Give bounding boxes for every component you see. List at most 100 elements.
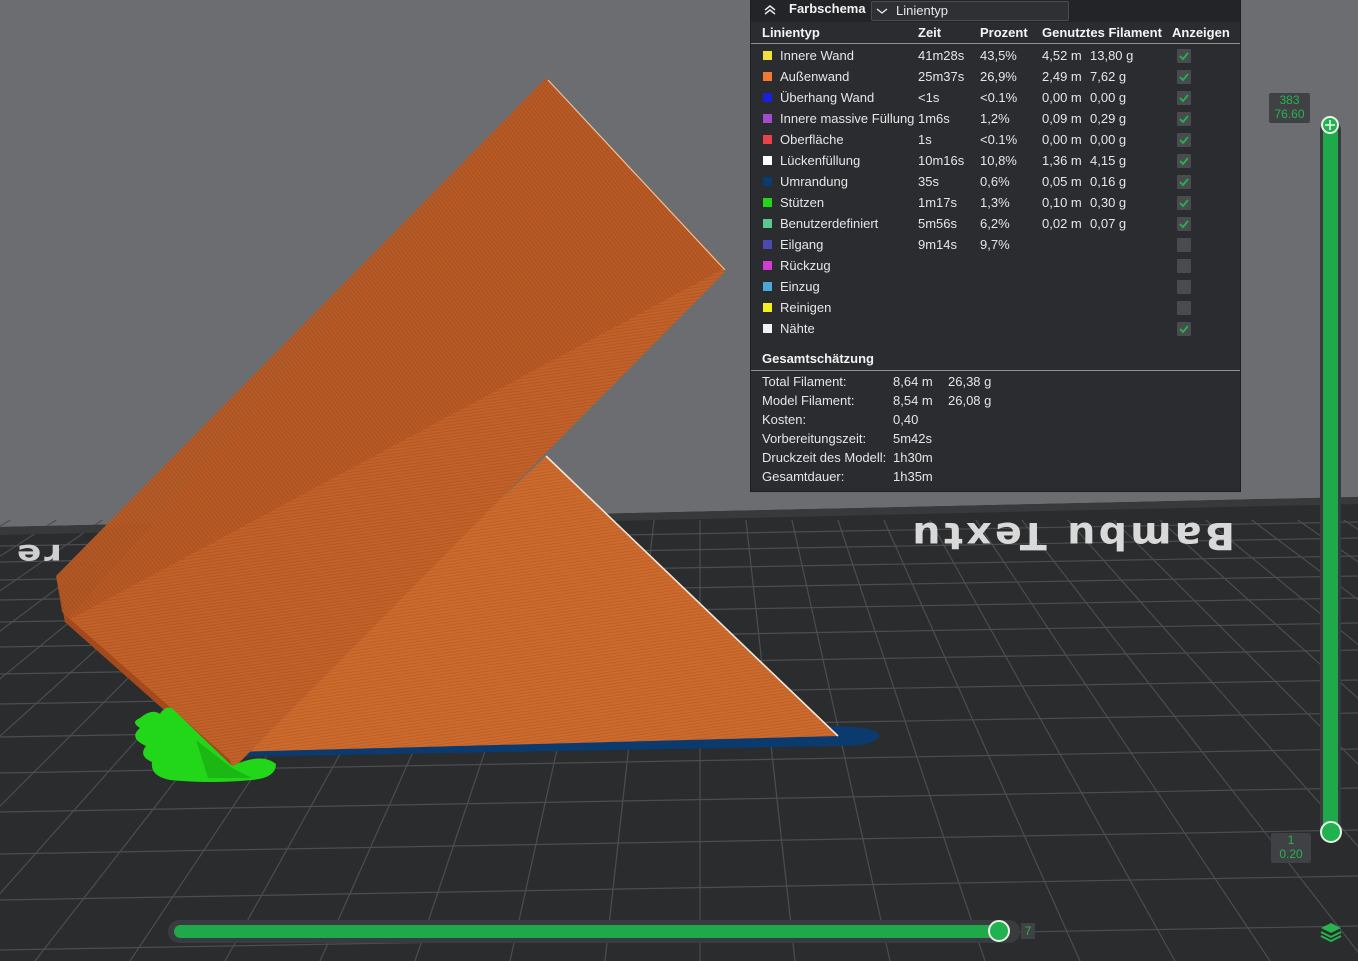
line-type-row: Rückzug — [751, 255, 1240, 276]
chevron-down-icon — [876, 8, 888, 14]
line-type-row: Eilgang 9m14s 9,7% — [751, 234, 1240, 255]
summary-title: Gesamtschätzung — [762, 351, 874, 366]
line-type-row: Innere Wand 41m28s 43,5% 4,52 m 13,80 g — [751, 45, 1240, 66]
summary-row: Druckzeit des Modell: 1h30m — [751, 448, 1240, 467]
column-header-time: Zeit — [918, 25, 942, 40]
line-type-length: 0,00 m — [1042, 132, 1082, 147]
line-type-weight: 0,00 g — [1090, 132, 1127, 147]
column-header-type: Linientyp — [762, 25, 820, 40]
line-type-weight: 7,62 g — [1090, 69, 1127, 84]
visibility-checkbox[interactable] — [1177, 238, 1191, 252]
line-type-length: 2,49 m — [1042, 69, 1082, 84]
line-type-name: Oberfläche — [780, 132, 844, 147]
line-type-weight: 0,07 g — [1090, 216, 1127, 231]
line-type-row: Reinigen — [751, 297, 1240, 318]
line-type-length: 4,52 m — [1042, 48, 1082, 63]
top-layer-height: 76.60 — [1274, 107, 1305, 121]
visibility-checkbox[interactable] — [1177, 259, 1191, 273]
summary-divider — [751, 370, 1240, 371]
color-swatch — [763, 324, 772, 333]
line-type-length: 0,02 m — [1042, 216, 1082, 231]
visibility-checkbox[interactable] — [1177, 217, 1191, 231]
line-type-weight: 4,15 g — [1090, 153, 1127, 168]
layer-slider-top-handle[interactable] — [1321, 116, 1339, 134]
summary-label: Kosten: — [762, 412, 807, 427]
visibility-checkbox[interactable] — [1177, 322, 1191, 336]
layer-slider-bottom-handle[interactable] — [1320, 821, 1342, 843]
line-type-length: 0,10 m — [1042, 195, 1082, 210]
line-type-row: Außenwand 25m37s 26,9% 2,49 m 7,62 g — [751, 66, 1240, 87]
line-type-row: Benutzerdefiniert 5m56s 6,2% 0,02 m 0,07 g — [751, 213, 1240, 234]
checkmark-icon — [1179, 325, 1189, 334]
color-swatch — [763, 156, 772, 165]
line-type-percent: 6,2% — [980, 216, 1010, 231]
checkmark-icon — [1179, 178, 1189, 187]
checkmark-icon — [1179, 52, 1189, 61]
top-layer-number: 383 — [1279, 93, 1300, 107]
color-swatch — [763, 114, 772, 123]
color-swatch — [763, 135, 772, 144]
line-type-length: 0,00 m — [1042, 90, 1082, 105]
plus-icon — [1325, 120, 1335, 130]
line-type-name: Reinigen — [780, 300, 832, 315]
summary-label: Vorbereitungszeit: — [762, 431, 867, 446]
line-type-percent: <0.1% — [980, 132, 1018, 147]
summary-value-secondary: 26,38 g — [948, 374, 992, 389]
summary-value: 1h30m — [893, 450, 933, 465]
summary-value: 8,64 m — [893, 374, 933, 389]
visibility-checkbox[interactable] — [1177, 154, 1191, 168]
visibility-checkbox[interactable] — [1177, 196, 1191, 210]
column-header-percent: Prozent — [980, 25, 1028, 40]
color-swatch — [763, 303, 772, 312]
summary-row: Vorbereitungszeit: 5m42s — [751, 429, 1240, 448]
line-type-row: Lückenfüllung 10m16s 10,8% 1,36 m 4,15 g — [751, 150, 1240, 171]
layers-icon[interactable] — [1318, 920, 1344, 944]
line-type-name: Eilgang — [780, 237, 824, 252]
summary-row: Kosten: 0,40 — [751, 410, 1240, 429]
line-type-percent: 1,2% — [980, 111, 1010, 126]
line-type-weight: 0,30 g — [1090, 195, 1127, 210]
line-type-name: Außenwand — [780, 69, 850, 84]
line-type-time: 41m28s — [918, 48, 965, 63]
summary-label: Gesamtdauer: — [762, 469, 845, 484]
summary-label: Model Filament: — [762, 393, 855, 408]
line-type-time: 9m14s — [918, 237, 958, 252]
line-type-name: Rückzug — [780, 258, 831, 273]
color-swatch — [763, 51, 772, 60]
line-type-row: Umrandung 35s 0,6% 0,05 m 0,16 g — [751, 171, 1240, 192]
summary-value: 0,40 — [893, 412, 919, 427]
visibility-checkbox[interactable] — [1177, 70, 1191, 84]
visibility-checkbox[interactable] — [1177, 112, 1191, 126]
collapse-icon[interactable] — [763, 3, 777, 17]
visibility-checkbox[interactable] — [1177, 91, 1191, 105]
line-type-percent: 10,8% — [980, 153, 1017, 168]
checkmark-icon — [1179, 157, 1189, 166]
line-type-name: Einzug — [780, 279, 820, 294]
checkmark-icon — [1179, 73, 1189, 82]
layer-slider-bottom-label: 1 0.20 — [1271, 833, 1311, 863]
visibility-checkbox[interactable] — [1177, 301, 1191, 315]
visibility-checkbox[interactable] — [1177, 133, 1191, 147]
line-type-time: 25m37s — [918, 69, 965, 84]
line-type-row: Einzug — [751, 276, 1240, 297]
color-swatch — [763, 198, 772, 207]
legend-panel: Farbschema Linientyp Linientyp Zeit Proz… — [751, 0, 1240, 491]
color-swatch — [763, 93, 772, 102]
visibility-checkbox[interactable] — [1177, 175, 1191, 189]
color-swatch — [763, 282, 772, 291]
line-type-time: 10m16s — [918, 153, 965, 168]
line-type-time: 1m17s — [918, 195, 958, 210]
line-type-name: Umrandung — [780, 174, 848, 189]
line-type-percent: 1,3% — [980, 195, 1010, 210]
line-type-name: Stützen — [780, 195, 825, 210]
checkmark-icon — [1179, 199, 1189, 208]
color-swatch — [763, 219, 772, 228]
color-swatch — [763, 72, 772, 81]
line-type-row: Überhang Wand <1s <0.1% 0,00 m 0,00 g — [751, 87, 1240, 108]
line-type-percent: 0,6% — [980, 174, 1010, 189]
visibility-checkbox[interactable] — [1177, 49, 1191, 63]
color-scheme-dropdown[interactable]: Linientyp — [871, 1, 1069, 21]
move-slider-handle[interactable] — [988, 920, 1010, 942]
visibility-checkbox[interactable] — [1177, 280, 1191, 294]
line-type-weight: 0,29 g — [1090, 111, 1127, 126]
